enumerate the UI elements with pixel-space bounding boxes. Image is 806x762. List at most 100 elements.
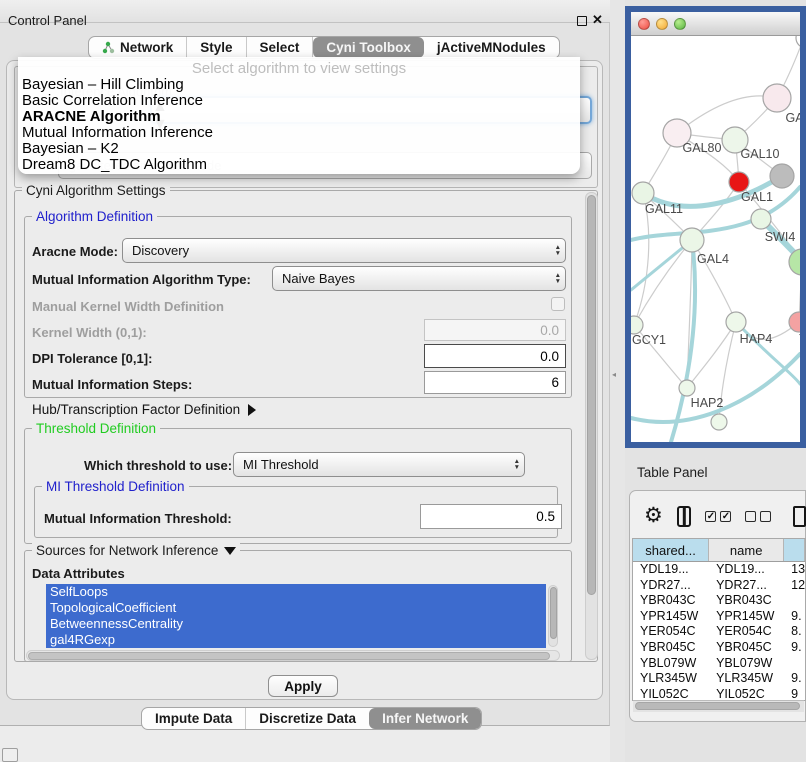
table-row[interactable]: YBL079WYBL079W bbox=[633, 656, 805, 672]
node-label: HAP2 bbox=[691, 396, 724, 410]
table-cell bbox=[784, 593, 805, 609]
table-cell: YDL19... bbox=[633, 562, 709, 578]
mi-algorithm-type-combobox[interactable]: Naive Bayes ▲▼ bbox=[272, 266, 566, 291]
tab-discretize-data[interactable]: Discretize Data bbox=[246, 708, 369, 729]
hub-definition-toggle[interactable]: Hub/Transcription Factor Definition bbox=[32, 402, 256, 417]
table-cell: YBL079W bbox=[633, 656, 709, 672]
cyni-algorithm-settings-title: Cyni Algorithm Settings bbox=[22, 183, 170, 198]
collapsed-arrow-icon bbox=[248, 404, 256, 416]
algorithm-option[interactable]: Bayesian – K2 bbox=[18, 141, 580, 157]
network-node[interactable] bbox=[763, 84, 791, 112]
document-icon[interactable] bbox=[793, 506, 806, 527]
mac-close-button[interactable] bbox=[638, 18, 650, 30]
table-hscrollbar-thumb[interactable] bbox=[635, 702, 800, 710]
settings-scrollbar-thumb[interactable] bbox=[587, 195, 596, 595]
table-cell: YLR345W bbox=[709, 671, 784, 687]
unchecked-checkbox-icon bbox=[745, 511, 756, 522]
close-icon[interactable]: ✕ bbox=[592, 12, 603, 28]
data-attribute-item[interactable]: BetweennessCentrality bbox=[46, 616, 546, 632]
network-node[interactable] bbox=[729, 172, 749, 192]
tab-select[interactable]: Select bbox=[247, 37, 314, 58]
tab-style[interactable]: Style bbox=[187, 37, 246, 58]
data-attributes-list[interactable]: SelfLoopsTopologicalCoefficientBetweenne… bbox=[46, 584, 546, 648]
network-node[interactable] bbox=[770, 164, 794, 188]
attr-list-scrollbar-thumb[interactable] bbox=[550, 587, 557, 639]
mac-minimize-button[interactable] bbox=[656, 18, 668, 30]
mi-steps-field[interactable] bbox=[424, 371, 566, 394]
sources-title[interactable]: Sources for Network Inference bbox=[32, 543, 240, 558]
tab-infer-network[interactable]: Infer Network bbox=[369, 708, 481, 729]
algorithm-option[interactable]: ARACNE Algorithm bbox=[18, 109, 580, 125]
float-window-icon[interactable] bbox=[577, 16, 587, 26]
table-cell: YLR345W bbox=[633, 671, 709, 687]
dpi-tolerance-label: DPI Tolerance [0,1]: bbox=[32, 351, 152, 366]
expanded-arrow-icon bbox=[224, 547, 236, 555]
table-row[interactable]: YDR27...YDR27...12 bbox=[633, 578, 805, 594]
network-node[interactable] bbox=[796, 36, 800, 48]
table-cell: YIL052C bbox=[709, 687, 784, 701]
table-cell bbox=[784, 656, 805, 672]
node-label: GAL bbox=[785, 111, 800, 125]
table-row[interactable]: YIL052CYIL052C9 bbox=[633, 687, 805, 701]
table-row[interactable]: YER054CYER054C8. bbox=[633, 624, 805, 640]
data-attribute-item[interactable]: SelfLoops bbox=[46, 584, 546, 600]
aracne-mode-combobox[interactable]: Discovery ▲▼ bbox=[122, 238, 566, 263]
tab-jactivemnodules[interactable]: jActiveMNodules bbox=[424, 37, 559, 58]
table-row[interactable]: YLR345WYLR345W9. bbox=[633, 671, 805, 687]
network-node[interactable] bbox=[680, 228, 704, 252]
checked-checkbox-icon: ✓ bbox=[705, 511, 716, 522]
mi-algorithm-type-label: Mutual Information Algorithm Type: bbox=[32, 272, 251, 287]
table-cell: 9. bbox=[784, 609, 805, 625]
table-row[interactable]: YBR043CYBR043C bbox=[633, 593, 805, 609]
node-table[interactable]: shared...nameYDL19...YDL19...13YDR27...Y… bbox=[632, 538, 806, 701]
tab-network[interactable]: Network bbox=[89, 37, 187, 58]
network-node[interactable] bbox=[726, 312, 746, 332]
sources-hscrollbar-thumb[interactable] bbox=[28, 652, 550, 660]
tab-cyni-toolbox[interactable]: Cyni Toolbox bbox=[313, 37, 424, 58]
column-header[interactable]: shared... bbox=[633, 539, 709, 561]
network-node[interactable] bbox=[631, 316, 643, 334]
data-attribute-item[interactable]: TopologicalCoefficient bbox=[46, 600, 546, 616]
node-label: SWI4 bbox=[765, 230, 796, 244]
tab-impute-data[interactable]: Impute Data bbox=[142, 708, 246, 729]
window-corner-icon[interactable] bbox=[2, 748, 18, 762]
split-columns-icon[interactable] bbox=[677, 506, 692, 527]
network-node[interactable] bbox=[711, 414, 727, 430]
algorithm-option[interactable]: Mutual Information Inference bbox=[18, 125, 580, 141]
network-edge-highlighted[interactable] bbox=[631, 354, 800, 422]
dpi-tolerance-field[interactable] bbox=[424, 344, 566, 368]
mac-zoom-button[interactable] bbox=[674, 18, 686, 30]
network-node[interactable] bbox=[751, 209, 771, 229]
table-cell: YBR043C bbox=[633, 593, 709, 609]
table-cell: YIL052C bbox=[633, 687, 709, 701]
select-all-checkboxes-icon[interactable]: ✓ ✓ bbox=[705, 511, 731, 522]
deselect-checkboxes-icon[interactable] bbox=[745, 511, 771, 522]
network-node[interactable] bbox=[632, 182, 654, 204]
network-node[interactable] bbox=[679, 380, 695, 396]
manual-kernel-width-checkbox[interactable] bbox=[551, 297, 565, 311]
mi-threshold-field[interactable] bbox=[420, 504, 562, 529]
network-canvas[interactable]: GALGAL80GAL10GAL1GAL11SWI4GAL4GCY1HAP4YH… bbox=[631, 36, 800, 442]
manual-kernel-width-label: Manual Kernel Width Definition bbox=[32, 299, 224, 314]
table-cell: YBL079W bbox=[709, 656, 784, 672]
column-header[interactable] bbox=[784, 539, 805, 561]
algorithm-option[interactable]: Basic Correlation Inference bbox=[18, 93, 580, 109]
data-attribute-item[interactable]: gal4RGexp bbox=[46, 632, 546, 648]
table-toolbar: ⚙ ✓ ✓ bbox=[632, 496, 806, 536]
node-label: GAL11 bbox=[645, 202, 683, 216]
control-panel-tabbar: NetworkStyleSelectCyni ToolboxjActiveMNo… bbox=[88, 36, 560, 59]
column-header[interactable]: name bbox=[709, 539, 784, 561]
algorithm-option[interactable]: Bayesian – Hill Climbing bbox=[18, 77, 580, 93]
algorithm-option[interactable]: Dream8 DC_TDC Algorithm bbox=[18, 157, 580, 173]
table-row[interactable]: YBR045CYBR045C9. bbox=[633, 640, 805, 656]
which-threshold-combobox[interactable]: MI Threshold ▲▼ bbox=[233, 452, 525, 477]
panel-resize-handle[interactable]: ◂ bbox=[612, 370, 619, 379]
table-cell: YPR145W bbox=[633, 609, 709, 625]
gear-icon[interactable]: ⚙ bbox=[644, 506, 663, 526]
table-cell: 12 bbox=[784, 578, 805, 594]
apply-button[interactable]: Apply bbox=[268, 675, 338, 697]
table-row[interactable]: YDL19...YDL19...13 bbox=[633, 562, 805, 578]
kernel-width-field[interactable] bbox=[424, 319, 566, 341]
table-row[interactable]: YPR145WYPR145W9. bbox=[633, 609, 805, 625]
network-edge[interactable] bbox=[634, 240, 692, 325]
